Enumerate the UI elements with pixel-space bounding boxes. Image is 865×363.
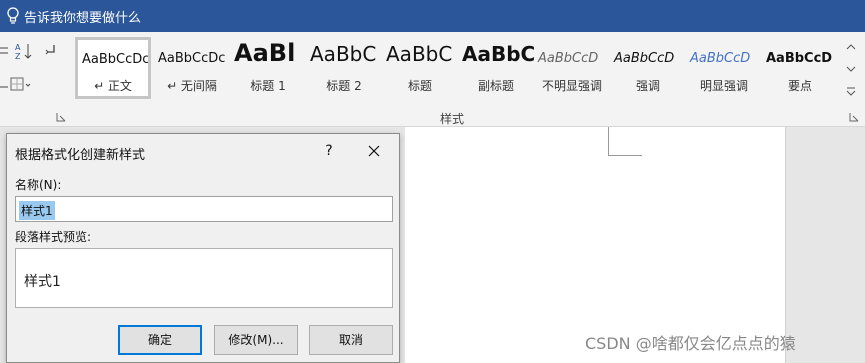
style-sample: AaBbCcDc	[82, 52, 148, 67]
style-name: 标题 1	[250, 79, 286, 93]
borders-icon[interactable]	[10, 76, 32, 94]
style-sample: AaBbC	[386, 42, 453, 66]
modify-button[interactable]: 修改(M)...	[214, 325, 298, 355]
preview-text: 样式1	[24, 274, 61, 290]
document-page[interactable]	[405, 127, 785, 363]
name-label: 名称(N):	[15, 178, 62, 192]
shading-icon[interactable]	[0, 78, 8, 96]
sort-icon[interactable]: A Z	[14, 42, 36, 60]
style-name: 标题 2	[326, 79, 362, 93]
watermark: CSDN @啥都仅会亿点点的猿	[585, 334, 796, 353]
gallery-scroll	[843, 37, 859, 103]
paragraph-tools: A Z	[0, 32, 70, 127]
style-name: 强调	[635, 79, 660, 93]
styles-dialog-launcher-icon[interactable]	[849, 112, 859, 122]
style-normal[interactable]: AaBbCcDc ↵ 正文	[75, 37, 151, 99]
style-name: 要点	[787, 79, 812, 93]
style-sample: AaBbCcD	[766, 51, 833, 66]
style-no-spacing[interactable]: AaBbCcDc ↵ 无间隔	[154, 37, 230, 99]
style-subtitle[interactable]: AaBbC 副标题	[458, 37, 534, 99]
style-heading-1[interactable]: AaBl 标题 1	[230, 37, 306, 99]
style-sample: AaBbCcD	[690, 51, 751, 66]
paragraph-style-preview: 样式1	[15, 248, 393, 308]
show-marks-icon[interactable]	[44, 42, 66, 60]
style-strong[interactable]: AaBbCcD 要点	[762, 37, 838, 99]
styles-gallery: AaBbCcDc ↵ 正文 AaBbCcDc ↵ 无间隔 AaBl 标题 1 A…	[75, 37, 840, 103]
cancel-button[interactable]: 取消	[309, 325, 393, 355]
dialog-title: 根据格式化创建新样式	[15, 148, 146, 163]
style-sample: AaBl	[234, 39, 296, 67]
style-name-input[interactable]: 样式1	[15, 196, 393, 222]
gallery-up-icon[interactable]	[845, 39, 857, 55]
create-style-dialog: 根据格式化创建新样式 ? 名称(N): 样式1 段落样式预览: 样式1 确定 修…	[6, 133, 400, 363]
style-sample: AaBbCcD	[538, 51, 599, 66]
style-sample: AaBbCcD	[614, 51, 675, 66]
ribbon: A Z AaBbCcDc ↵ 正文 AaBbCcDc ↵ 无间隔 AaBl 标题…	[0, 32, 865, 127]
right-pane	[785, 127, 865, 363]
style-heading-2[interactable]: AaBbC 标题 2	[306, 37, 382, 99]
ok-button[interactable]: 确定	[118, 325, 202, 355]
style-name: ↵ 无间隔	[167, 79, 217, 93]
styles-group-label: 样式	[440, 112, 465, 126]
style-emphasis[interactable]: AaBbCcD 强调	[610, 37, 686, 99]
style-intense-emphasis[interactable]: AaBbCcD 明显强调	[686, 37, 762, 99]
style-name: ↵ 正文	[94, 79, 132, 93]
style-sample: AaBbCcDc	[158, 51, 226, 66]
style-subtle-emphasis[interactable]: AaBbCcD 不明显强调	[534, 37, 610, 99]
tell-me-text: 告诉我你想要做什么	[24, 11, 142, 26]
style-name: 标题	[407, 79, 432, 93]
gallery-more-icon[interactable]	[845, 83, 857, 99]
page-margin-marker	[608, 127, 642, 156]
style-name: 不明显强调	[541, 79, 602, 93]
style-name-value: 样式1	[19, 201, 55, 220]
tell-me-bar[interactable]: 告诉我你想要做什么	[0, 0, 865, 32]
lightbulb-icon	[7, 7, 19, 24]
style-sample: AaBbC	[310, 42, 377, 66]
help-button[interactable]: ?	[317, 140, 341, 162]
svg-text:A: A	[15, 43, 21, 52]
line-spacing-icon[interactable]	[0, 44, 8, 62]
style-name: 明显强调	[699, 79, 748, 93]
gallery-down-icon[interactable]	[845, 61, 857, 77]
close-icon[interactable]	[361, 140, 387, 162]
paragraph-dialog-launcher-icon[interactable]	[56, 112, 66, 122]
style-title[interactable]: AaBbC 标题	[382, 37, 458, 99]
preview-label: 段落样式预览:	[15, 230, 92, 244]
style-name: 副标题	[477, 79, 514, 93]
svg-text:Z: Z	[15, 52, 21, 60]
style-sample: AaBbC	[462, 42, 534, 66]
